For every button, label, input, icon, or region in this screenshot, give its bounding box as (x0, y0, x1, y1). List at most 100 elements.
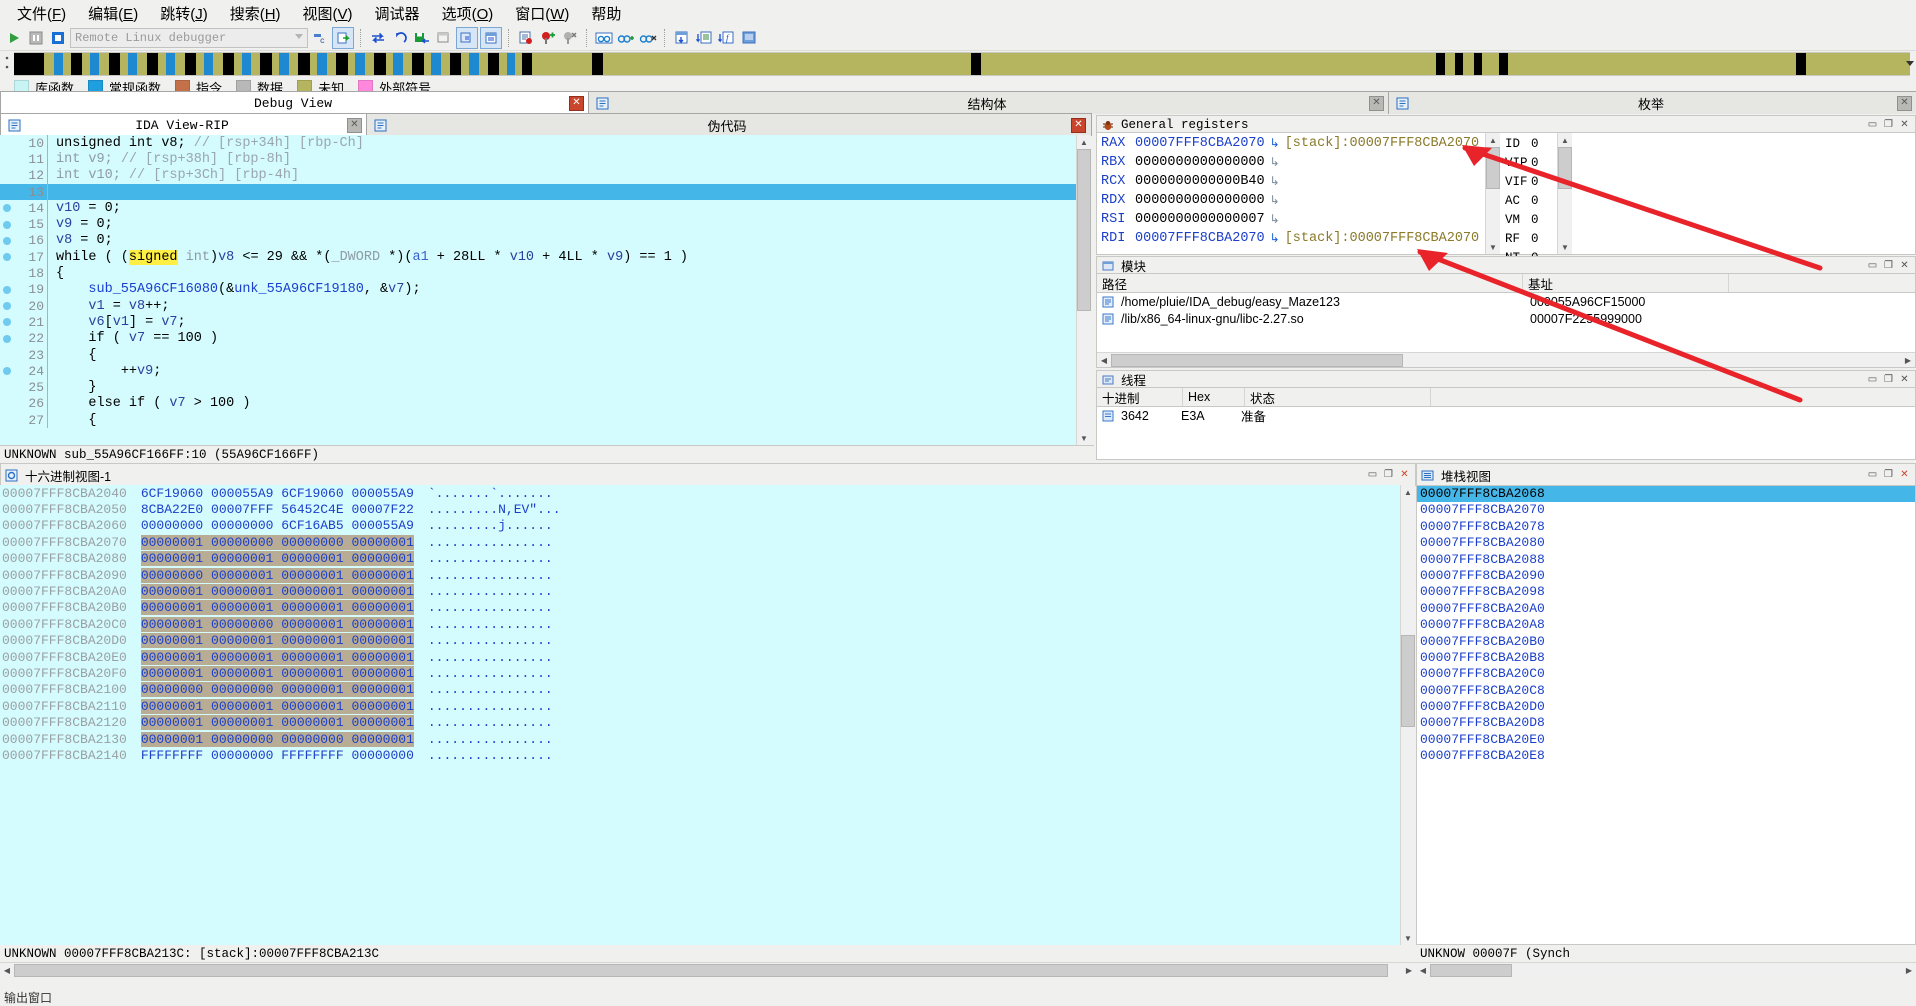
paste-window-icon[interactable] (480, 27, 502, 49)
follow-arrow-icon[interactable]: ↳ (1270, 193, 1280, 208)
menu-item-1[interactable]: 编辑(E) (77, 0, 149, 27)
register-value[interactable]: 0000000000000000 (1135, 193, 1265, 208)
modules-column-header-0[interactable]: 路径 (1097, 274, 1523, 292)
code-line[interactable]: 10unsigned int v8; // [rsp+34h] [rbp-Ch] (0, 135, 1076, 151)
flags-vscroll-thumb[interactable] (1558, 147, 1572, 189)
stack-row[interactable]: 00007FFF8CBA20A8 (1417, 617, 1915, 633)
scroll-left-icon[interactable]: ◀ (0, 963, 14, 977)
threads-column-header-2[interactable]: 状态 (1245, 388, 1431, 406)
register-value[interactable]: 0000000000000000 (1135, 155, 1265, 170)
close-icon[interactable]: ✕ (1899, 119, 1910, 130)
stack-row[interactable]: 00007FFF8CBA20C0 (1417, 666, 1915, 682)
breakpoint-slot[interactable] (0, 286, 14, 294)
code-line[interactable]: 22 if ( v7 == 100 ) (0, 331, 1076, 347)
hex-bytes[interactable]: 8CBA22E0 00007FFF 56452C4E 00007F22 (141, 502, 414, 517)
hex-bytes[interactable]: 00000000 00000001 00000001 00000001 (141, 568, 414, 583)
subtab-伪代码[interactable]: 伪代码✕ (366, 113, 1092, 136)
minimize-icon[interactable]: ▭ (1867, 374, 1878, 385)
hex-row[interactable]: 00007FFF8CBA209000000000 00000001 000000… (0, 567, 1400, 583)
register-row-RSI[interactable]: RSI0000000000000007↳ (1097, 210, 1487, 229)
follow-arrow-icon[interactable]: ↳ (1270, 212, 1280, 227)
stack-list-icon[interactable] (694, 28, 714, 48)
hex-row[interactable]: 00007FFF8CBA213000000001 00000000 000000… (0, 731, 1400, 747)
tab-结构体[interactable]: 结构体✕ (588, 91, 1390, 114)
flag-value[interactable]: 0 (1531, 194, 1545, 208)
hexview-hscroll-thumb[interactable] (14, 964, 1388, 977)
follow-arrow-icon[interactable]: ↳ (1270, 231, 1280, 246)
follow-arrow-icon[interactable]: ↳ (1270, 155, 1280, 170)
breakpoint-slot[interactable] (0, 253, 14, 261)
hexview-vscrollbar[interactable]: ▲ ▼ (1400, 485, 1415, 945)
breakpoint-slot[interactable] (0, 237, 14, 245)
flag-value[interactable]: 0 (1531, 213, 1545, 227)
pseudocode-vscroll-thumb[interactable] (1077, 149, 1091, 311)
minimize-icon[interactable]: ▭ (1367, 470, 1378, 481)
code-line[interactable]: 11int v9; // [rsp+38h] [rbp-8h] (0, 151, 1076, 167)
threads-table-row[interactable]: 3642E3A准备 (1097, 407, 1915, 424)
breakpoint-dot-icon[interactable] (3, 286, 11, 294)
hex-row[interactable]: 00007FFF8CBA20D000000001 00000001 000000… (0, 633, 1400, 649)
scroll-down-icon[interactable]: ▼ (1486, 240, 1500, 254)
breakpoint-slot[interactable] (0, 302, 14, 310)
code-line[interactable]: 16v8 = 0; (0, 233, 1076, 249)
debugger-select[interactable]: Remote Linux debugger (70, 28, 308, 48)
stack-row[interactable]: 00007FFF8CBA20E0 (1417, 732, 1915, 748)
subtab-IDA View-RIP[interactable]: IDA View-RIP✕ (0, 113, 368, 136)
register-rows[interactable]: RAX00007FFF8CBA2070↳[stack]:00007FFF8CBA… (1097, 134, 1487, 248)
hexview-vscroll-thumb[interactable] (1401, 635, 1415, 727)
maximize-icon[interactable]: ❐ (1883, 374, 1894, 385)
tab-Debug View[interactable]: Debug View✕ (0, 91, 590, 114)
step-into-c-icon[interactable]: c (310, 28, 330, 48)
hex-bytes[interactable]: 00000001 00000001 00000001 00000001 (141, 633, 414, 648)
code-line[interactable]: 17while ( (signed int)v8 <= 29 && *(_DWO… (0, 249, 1076, 265)
stop-icon[interactable] (48, 28, 68, 48)
tab-close-icon[interactable]: ✕ (1071, 118, 1086, 133)
scroll-right-icon[interactable]: ▶ (1901, 353, 1915, 367)
register-row-RDI[interactable]: RDI00007FFF8CBA2070↳[stack]:00007FFF8CBA… (1097, 229, 1487, 248)
breakpoint-dot-icon[interactable] (3, 335, 11, 343)
hex-bytes[interactable]: 00000001 00000000 00000000 00000001 (141, 732, 414, 747)
breakpoint-dot-icon[interactable] (3, 237, 11, 245)
breakpoint-dot-icon[interactable] (3, 302, 11, 310)
tab-close-icon[interactable]: ✕ (1897, 96, 1912, 111)
add-watch-icon[interactable] (616, 28, 636, 48)
maximize-icon[interactable]: ❐ (1883, 119, 1894, 130)
scroll-up-icon[interactable]: ▲ (1486, 133, 1500, 147)
hex-row[interactable]: 00007FFF8CBA20B000000001 00000001 000000… (0, 600, 1400, 616)
undo-icon[interactable] (390, 28, 410, 48)
hexview-rows[interactable]: 00007FFF8CBA20406CF19060 000055A9 6CF190… (0, 485, 1400, 945)
threads-column-header-1[interactable]: Hex (1183, 388, 1245, 406)
menu-item-2[interactable]: 跳转(J) (149, 0, 219, 27)
flags-vscrollbar[interactable]: ▲ ▼ (1557, 133, 1572, 254)
menu-item-7[interactable]: 窗口(W) (504, 0, 580, 27)
hex-bytes[interactable]: 00000001 00000001 00000001 00000001 (141, 666, 414, 681)
flag-value[interactable]: 0 (1531, 156, 1545, 170)
breakpoint-slot[interactable] (0, 318, 14, 326)
hex-bytes[interactable]: 6CF19060 000055A9 6CF19060 000055A9 (141, 486, 414, 501)
close-icon[interactable]: ✕ (1899, 470, 1910, 481)
stack-row[interactable]: 00007FFF8CBA20D0 (1417, 699, 1915, 715)
breakpoint-dot-icon[interactable] (3, 367, 11, 375)
code-line[interactable]: 26 else if ( v7 > 100 ) (0, 396, 1076, 412)
breakpoint-dot-icon[interactable] (3, 221, 11, 229)
copy-window-icon[interactable] (456, 27, 478, 49)
modules-hscroll-thumb[interactable] (1111, 354, 1403, 367)
breakpoint-dot-icon[interactable] (3, 204, 11, 212)
breakpoint-list-icon[interactable] (516, 28, 536, 48)
stack-trace-icon[interactable] (672, 28, 692, 48)
threads-table-body[interactable]: 3642E3A准备 (1097, 407, 1915, 424)
hex-row[interactable]: 00007FFF8CBA20F000000001 00000001 000000… (0, 665, 1400, 681)
hex-row[interactable]: 00007FFF8CBA206000000000 00000000 6CF16A… (0, 518, 1400, 534)
hex-bytes[interactable]: 00000000 00000000 00000001 00000001 (141, 682, 414, 697)
add-breakpoint-icon[interactable] (538, 28, 558, 48)
modules-table-body[interactable]: /home/pluie/IDA_debug/easy_Maze123000055… (1097, 293, 1915, 327)
hex-bytes[interactable]: 00000001 00000001 00000001 00000001 (141, 600, 414, 615)
stackview-hscroll-thumb[interactable] (1430, 964, 1512, 977)
stack-row[interactable]: 00007FFF8CBA20A0 (1417, 601, 1915, 617)
tab-枚举[interactable]: 枚举✕ (1388, 91, 1916, 114)
register-row-RAX[interactable]: RAX00007FFF8CBA2070↳[stack]:00007FFF8CBA… (1097, 134, 1487, 153)
delete-breakpoint-icon[interactable] (560, 28, 580, 48)
maximize-icon[interactable]: ❐ (1383, 470, 1394, 481)
breakpoint-slot[interactable] (0, 335, 14, 343)
menu-item-8[interactable]: 帮助 (580, 0, 632, 27)
